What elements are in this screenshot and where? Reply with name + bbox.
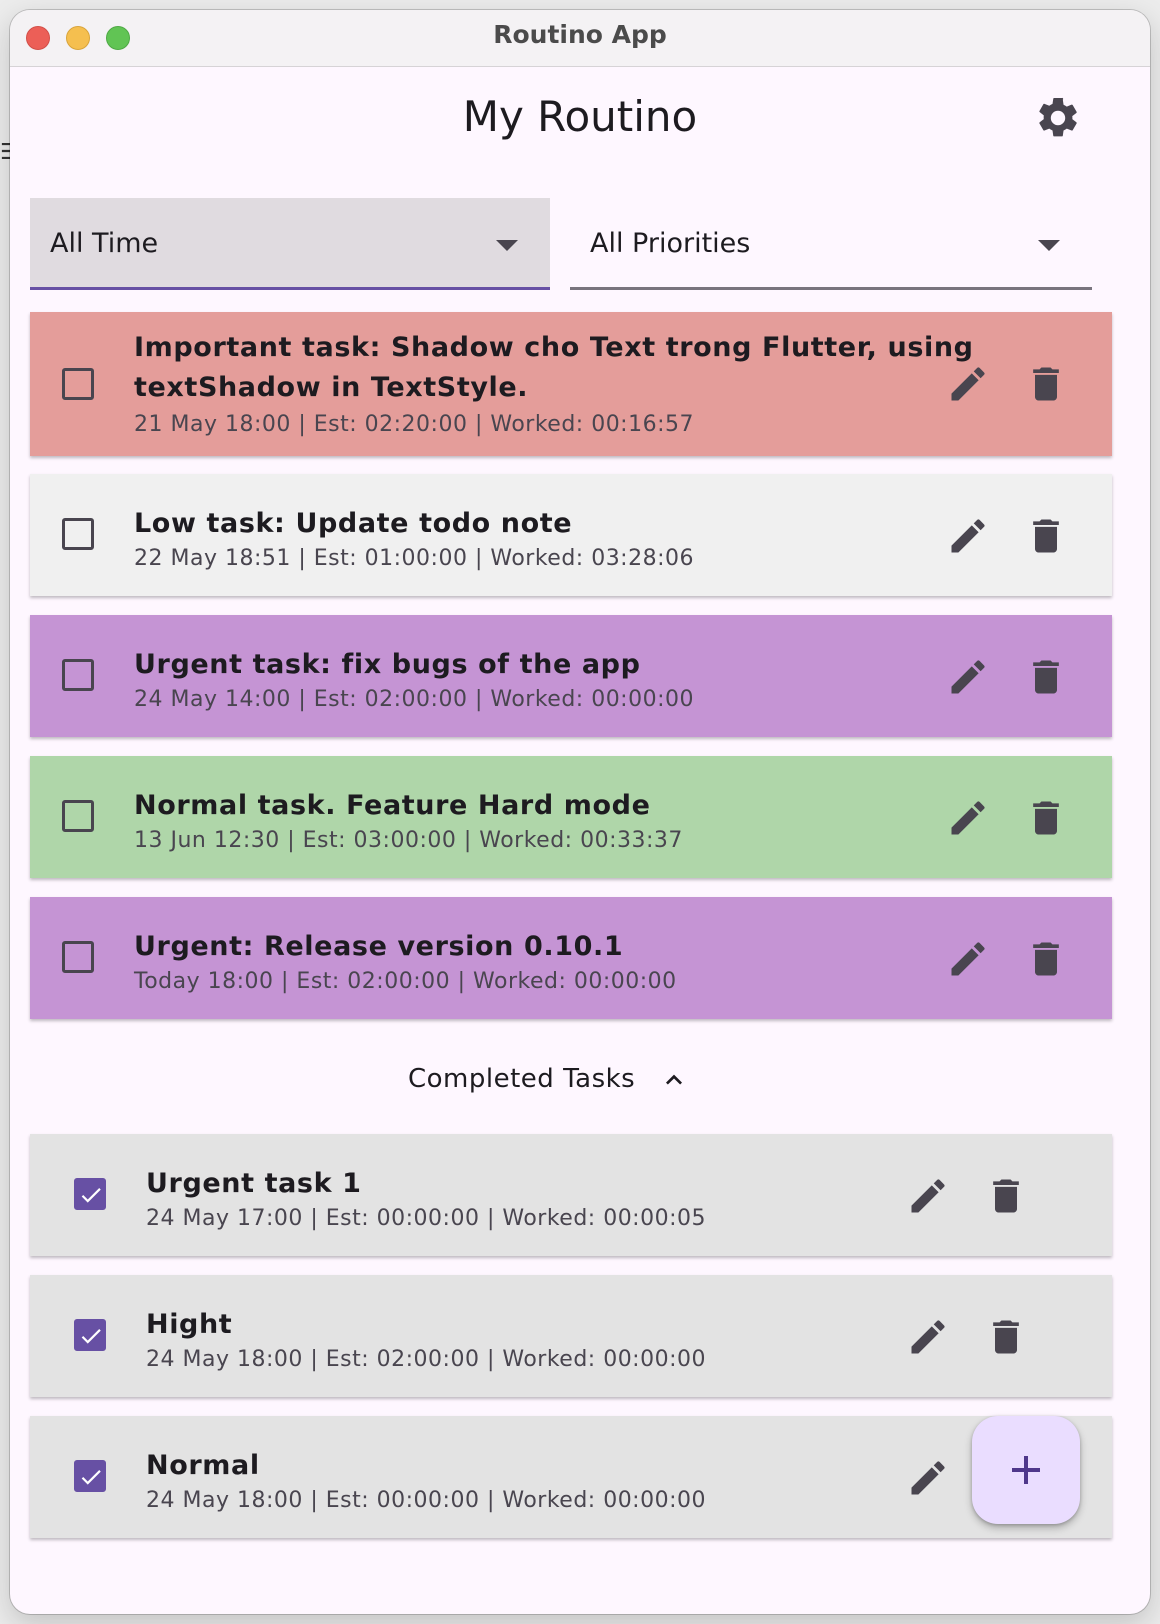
task-card[interactable]: Important task: Shadow cho Text trong Fl… <box>30 312 1112 456</box>
delete-trash-icon[interactable] <box>984 1315 1028 1359</box>
dropdown-arrow-icon <box>496 240 518 251</box>
task-meta: 24 May 18:00 | Est: 02:00:00 | Worked: 0… <box>146 1347 706 1372</box>
task-title: Urgent task: fix bugs of the app <box>134 649 641 680</box>
task-meta: 21 May 18:00 | Est: 02:20:00 | Worked: 0… <box>134 412 694 437</box>
completed-task-card[interactable]: Urgent task 1 24 May 17:00 | Est: 00:00:… <box>30 1134 1112 1256</box>
edit-pencil-icon[interactable] <box>906 1315 950 1359</box>
chevron-up-icon <box>666 1074 682 1085</box>
task-checkbox-checked[interactable] <box>74 1319 106 1351</box>
delete-trash-icon[interactable] <box>984 1174 1028 1218</box>
delete-trash-icon[interactable] <box>1024 514 1068 558</box>
task-checkbox-checked[interactable] <box>74 1178 106 1210</box>
edit-pencil-icon[interactable] <box>946 937 990 981</box>
completed-task-card[interactable]: Hight 24 May 18:00 | Est: 02:00:00 | Wor… <box>30 1275 1112 1397</box>
task-title: Hight <box>146 1309 233 1340</box>
task-checkbox[interactable] <box>62 941 94 973</box>
task-title: Important task: Shadow cho Text trong Fl… <box>134 332 974 403</box>
edit-pencil-icon[interactable] <box>906 1456 950 1500</box>
app-window: Routino App My Routino All Time All Prio… <box>10 10 1150 1614</box>
time-filter-value: All Time <box>50 228 159 259</box>
window-title: Routino App <box>493 20 667 49</box>
task-title: Normal task. Feature Hard mode <box>134 790 651 821</box>
task-meta: Today 18:00 | Est: 02:00:00 | Worked: 00… <box>134 969 677 994</box>
page-title: My Routino <box>462 92 698 141</box>
task-title: Low task: Update todo note <box>134 508 573 539</box>
dropdown-arrow-icon <box>1038 240 1060 251</box>
edit-pencil-icon[interactable] <box>946 514 990 558</box>
task-meta: 24 May 14:00 | Est: 02:00:00 | Worked: 0… <box>134 687 694 712</box>
gear-icon[interactable] <box>1034 94 1082 142</box>
task-checkbox[interactable] <box>62 659 94 691</box>
task-meta: 24 May 17:00 | Est: 00:00:00 | Worked: 0… <box>146 1206 706 1231</box>
delete-trash-icon[interactable] <box>1024 362 1068 406</box>
task-checkbox[interactable] <box>62 368 94 400</box>
task-title: Urgent task 1 <box>146 1168 362 1199</box>
task-card[interactable]: Urgent task: fix bugs of the app 24 May … <box>30 615 1112 737</box>
task-checkbox-checked[interactable] <box>74 1460 106 1492</box>
delete-trash-icon[interactable] <box>1024 937 1068 981</box>
priority-filter-dropdown[interactable]: All Priorities <box>570 198 1092 290</box>
edit-pencil-icon[interactable] <box>946 796 990 840</box>
task-title: Urgent: Release version 0.10.1 <box>134 931 624 962</box>
completed-tasks-label: Completed Tasks <box>408 1064 636 1094</box>
checkmark-icon <box>81 1188 101 1203</box>
priority-filter-value: All Priorities <box>590 228 751 259</box>
checkmark-icon <box>81 1470 101 1485</box>
delete-trash-icon[interactable] <box>1024 655 1068 699</box>
task-meta: 22 May 18:51 | Est: 01:00:00 | Worked: 0… <box>134 546 694 571</box>
time-filter-dropdown[interactable]: All Time <box>30 198 550 290</box>
task-checkbox[interactable] <box>62 800 94 832</box>
completed-task-card[interactable]: Normal 24 May 18:00 | Est: 00:00:00 | Wo… <box>30 1416 1112 1538</box>
task-meta: 13 Jun 12:30 | Est: 03:00:00 | Worked: 0… <box>134 828 683 853</box>
task-card[interactable]: Normal task. Feature Hard mode 13 Jun 12… <box>30 756 1112 878</box>
edit-pencil-icon[interactable] <box>946 655 990 699</box>
checkmark-icon <box>81 1329 101 1344</box>
edit-pencil-icon[interactable] <box>906 1174 950 1218</box>
delete-trash-icon[interactable] <box>1024 796 1068 840</box>
task-checkbox[interactable] <box>62 518 94 550</box>
plus-icon <box>1012 1456 1040 1484</box>
task-meta: 24 May 18:00 | Est: 00:00:00 | Worked: 0… <box>146 1488 706 1513</box>
title-bar: Routino App <box>10 10 1150 67</box>
edit-pencil-icon[interactable] <box>946 362 990 406</box>
task-card[interactable]: Urgent: Release version 0.10.1 Today 18:… <box>30 897 1112 1019</box>
add-task-button[interactable] <box>972 1416 1080 1524</box>
completed-tasks-toggle[interactable]: Completed Tasks <box>10 1052 1150 1112</box>
task-card[interactable]: Low task: Update todo note 22 May 18:51 … <box>30 474 1112 596</box>
task-title: Normal <box>146 1450 260 1481</box>
